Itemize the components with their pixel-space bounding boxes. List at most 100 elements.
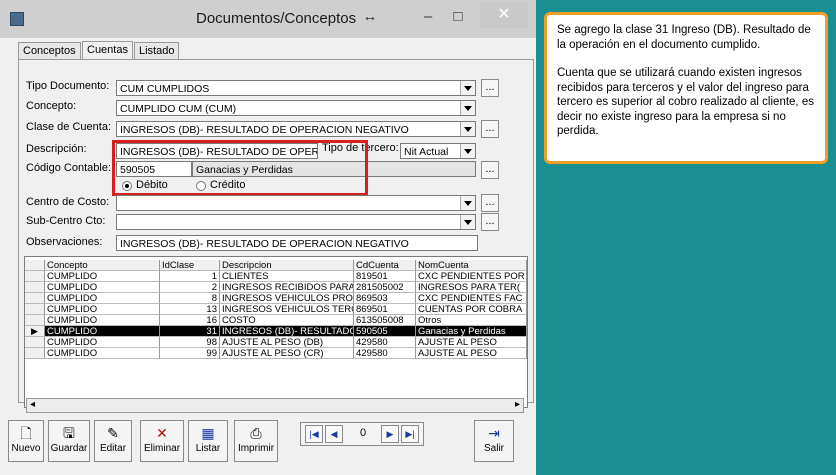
chevron-down-icon[interactable] bbox=[460, 144, 475, 158]
cell-idclase[interactable]: 13 bbox=[160, 304, 220, 315]
cell-nomcuenta[interactable]: CXC PENDIENTES POR bbox=[416, 271, 527, 282]
table-row[interactable]: CUMPLIDO 13 INGRESOS VEHICULOS TERC 869501 C… bbox=[25, 304, 527, 315]
maximize-button[interactable]: □ bbox=[448, 6, 468, 28]
sub-centro-lookup-button[interactable]: ... bbox=[481, 213, 499, 231]
last-record-icon[interactable]: ▶| bbox=[401, 425, 419, 443]
col-header-idclase[interactable]: IdClase bbox=[160, 260, 220, 271]
cell-descripcion[interactable]: CLIENTES bbox=[220, 271, 354, 282]
codigo-contable-input[interactable]: 590505 bbox=[116, 161, 192, 177]
tipo-documento-lookup-button[interactable]: ... bbox=[481, 79, 499, 97]
current-row-indicator[interactable]: ▶ bbox=[25, 326, 45, 337]
cell-cdcuenta[interactable]: 281505002 bbox=[354, 282, 416, 293]
restore-icon[interactable]: ↔ bbox=[360, 6, 380, 28]
cell-cdcuenta[interactable]: 429580 bbox=[354, 348, 416, 359]
cell-concepto[interactable]: CUMPLIDO bbox=[45, 282, 160, 293]
clase-cuenta-lookup-button[interactable]: ... bbox=[481, 120, 499, 138]
guardar-button[interactable]: 🖫 Guardar bbox=[48, 420, 90, 462]
sub-centro-select[interactable] bbox=[116, 214, 476, 230]
cell-concepto[interactable]: CUMPLIDO bbox=[45, 315, 160, 326]
cell-cdcuenta[interactable]: 429580 bbox=[354, 337, 416, 348]
table-row[interactable]: CUMPLIDO 2 INGRESOS RECIBIDOS PARA 28150500… bbox=[25, 282, 527, 293]
imprimir-button[interactable]: ⎙ Imprimir bbox=[234, 420, 278, 462]
tipo-documento-select[interactable]: CUM CUMPLIDOS bbox=[116, 80, 476, 96]
close-button[interactable]: ✕ bbox=[480, 2, 528, 28]
codigo-contable-lookup-button[interactable]: ... bbox=[481, 161, 499, 179]
cell-descripcion[interactable]: INGRESOS (DB)- RESULTADO bbox=[220, 326, 354, 337]
col-header-nomcuenta[interactable]: NomCuenta bbox=[416, 260, 527, 271]
credito-radio[interactable] bbox=[196, 181, 206, 191]
row-indicator[interactable] bbox=[25, 337, 45, 348]
scroll-left-icon[interactable]: ◂ bbox=[30, 399, 35, 410]
row-indicator[interactable] bbox=[25, 348, 45, 359]
row-indicator[interactable] bbox=[25, 271, 45, 282]
cell-idclase[interactable]: 1 bbox=[160, 271, 220, 282]
cell-idclase[interactable]: 98 bbox=[160, 337, 220, 348]
first-record-icon[interactable]: |◀ bbox=[305, 425, 323, 443]
cell-concepto[interactable]: CUMPLIDO bbox=[45, 271, 160, 282]
centro-costo-select[interactable] bbox=[116, 195, 476, 211]
scroll-right-icon[interactable]: ▸ bbox=[515, 399, 520, 410]
table-row[interactable]: ▶ CUMPLIDO 31 INGRESOS (DB)- RESULTADO 59050… bbox=[25, 326, 527, 337]
descripcion-input[interactable]: INGRESOS (DB)- RESULTADO DE OPERACI bbox=[116, 143, 318, 159]
debito-radio[interactable] bbox=[122, 181, 132, 191]
cell-concepto[interactable]: CUMPLIDO bbox=[45, 337, 160, 348]
tab-listado[interactable]: Listado bbox=[134, 42, 180, 59]
row-indicator[interactable] bbox=[25, 282, 45, 293]
concepto-select[interactable]: CUMPLIDO CUM (CUM) bbox=[116, 100, 476, 116]
cell-idclase[interactable]: 99 bbox=[160, 348, 220, 359]
cell-concepto[interactable]: CUMPLIDO bbox=[45, 348, 160, 359]
cell-cdcuenta[interactable]: 613505008 bbox=[354, 315, 416, 326]
centro-costo-lookup-button[interactable]: ... bbox=[481, 194, 499, 212]
table-row[interactable]: CUMPLIDO 16 COSTO 613505008 Otros bbox=[25, 315, 527, 326]
title-bar[interactable]: Documentos/Conceptos ↔ – □ ✕ bbox=[0, 0, 536, 38]
tipo-tercero-select[interactable]: Nit Actual bbox=[400, 143, 476, 159]
salir-button[interactable]: ⇥ Salir bbox=[474, 420, 514, 462]
row-indicator[interactable] bbox=[25, 315, 45, 326]
listar-button[interactable]: ▦ Listar bbox=[188, 420, 228, 462]
cell-nomcuenta[interactable]: AJUSTE AL PESO bbox=[416, 348, 527, 359]
cell-nomcuenta[interactable]: CXC PENDIENTES FAC bbox=[416, 293, 527, 304]
chevron-down-icon[interactable] bbox=[460, 196, 475, 210]
table-row[interactable]: CUMPLIDO 1 CLIENTES 819501 CXC PENDIENTES PO… bbox=[25, 271, 527, 282]
chevron-down-icon[interactable] bbox=[460, 101, 475, 115]
tab-conceptos[interactable]: Conceptos bbox=[18, 42, 81, 59]
cuentas-grid[interactable]: Concepto IdClase Descripcion CdCuenta No… bbox=[24, 256, 528, 408]
col-header-descripcion[interactable]: Descripcion bbox=[220, 260, 354, 271]
previous-record-icon[interactable]: ◀ bbox=[325, 425, 343, 443]
cell-descripcion[interactable]: AJUSTE AL PESO (CR) bbox=[220, 348, 354, 359]
cell-descripcion[interactable]: INGRESOS VEHICULOS PROP bbox=[220, 293, 354, 304]
cell-idclase[interactable]: 2 bbox=[160, 282, 220, 293]
cell-concepto[interactable]: CUMPLIDO bbox=[45, 304, 160, 315]
cell-idclase[interactable]: 8 bbox=[160, 293, 220, 304]
col-header-cdcuenta[interactable]: CdCuenta bbox=[354, 260, 416, 271]
cell-descripcion[interactable]: AJUSTE AL PESO (DB) bbox=[220, 337, 354, 348]
row-indicator[interactable] bbox=[25, 293, 45, 304]
nuevo-button[interactable]: 🗋 Nuevo bbox=[8, 420, 44, 462]
cell-nomcuenta[interactable]: Ganacias y Perdidas bbox=[416, 326, 527, 337]
cell-cdcuenta[interactable]: 869501 bbox=[354, 304, 416, 315]
cell-descripcion[interactable]: INGRESOS RECIBIDOS PARA bbox=[220, 282, 354, 293]
table-row[interactable]: CUMPLIDO 8 INGRESOS VEHICULOS PROP 869503 CX… bbox=[25, 293, 527, 304]
cell-concepto[interactable]: CUMPLIDO bbox=[45, 293, 160, 304]
tab-cuentas[interactable]: Cuentas bbox=[82, 41, 133, 60]
cell-descripcion[interactable]: COSTO bbox=[220, 315, 354, 326]
col-header-concepto[interactable]: Concepto bbox=[45, 260, 160, 271]
observaciones-input[interactable]: INGRESOS (DB)- RESULTADO DE OPERACION NE… bbox=[116, 235, 478, 251]
cell-idclase[interactable]: 31 bbox=[160, 326, 220, 337]
cell-cdcuenta[interactable]: 819501 bbox=[354, 271, 416, 282]
cell-idclase[interactable]: 16 bbox=[160, 315, 220, 326]
minimize-button[interactable]: – bbox=[418, 6, 438, 28]
cell-nomcuenta[interactable]: CUENTAS POR COBRA bbox=[416, 304, 527, 315]
cell-cdcuenta[interactable]: 590505 bbox=[354, 326, 416, 337]
chevron-down-icon[interactable] bbox=[460, 81, 475, 95]
table-row[interactable]: CUMPLIDO 99 AJUSTE AL PESO (CR) 429580 AJUST… bbox=[25, 348, 527, 359]
chevron-down-icon[interactable] bbox=[460, 122, 475, 136]
cell-nomcuenta[interactable]: AJUSTE AL PESO bbox=[416, 337, 527, 348]
eliminar-button[interactable]: ✕ Eliminar bbox=[140, 420, 184, 462]
chevron-down-icon[interactable] bbox=[460, 215, 475, 229]
row-indicator[interactable] bbox=[25, 304, 45, 315]
cell-cdcuenta[interactable]: 869503 bbox=[354, 293, 416, 304]
cell-nomcuenta[interactable]: Otros bbox=[416, 315, 527, 326]
table-row[interactable]: CUMPLIDO 98 AJUSTE AL PESO (DB) 429580 AJUST… bbox=[25, 337, 527, 348]
cell-descripcion[interactable]: INGRESOS VEHICULOS TERC bbox=[220, 304, 354, 315]
